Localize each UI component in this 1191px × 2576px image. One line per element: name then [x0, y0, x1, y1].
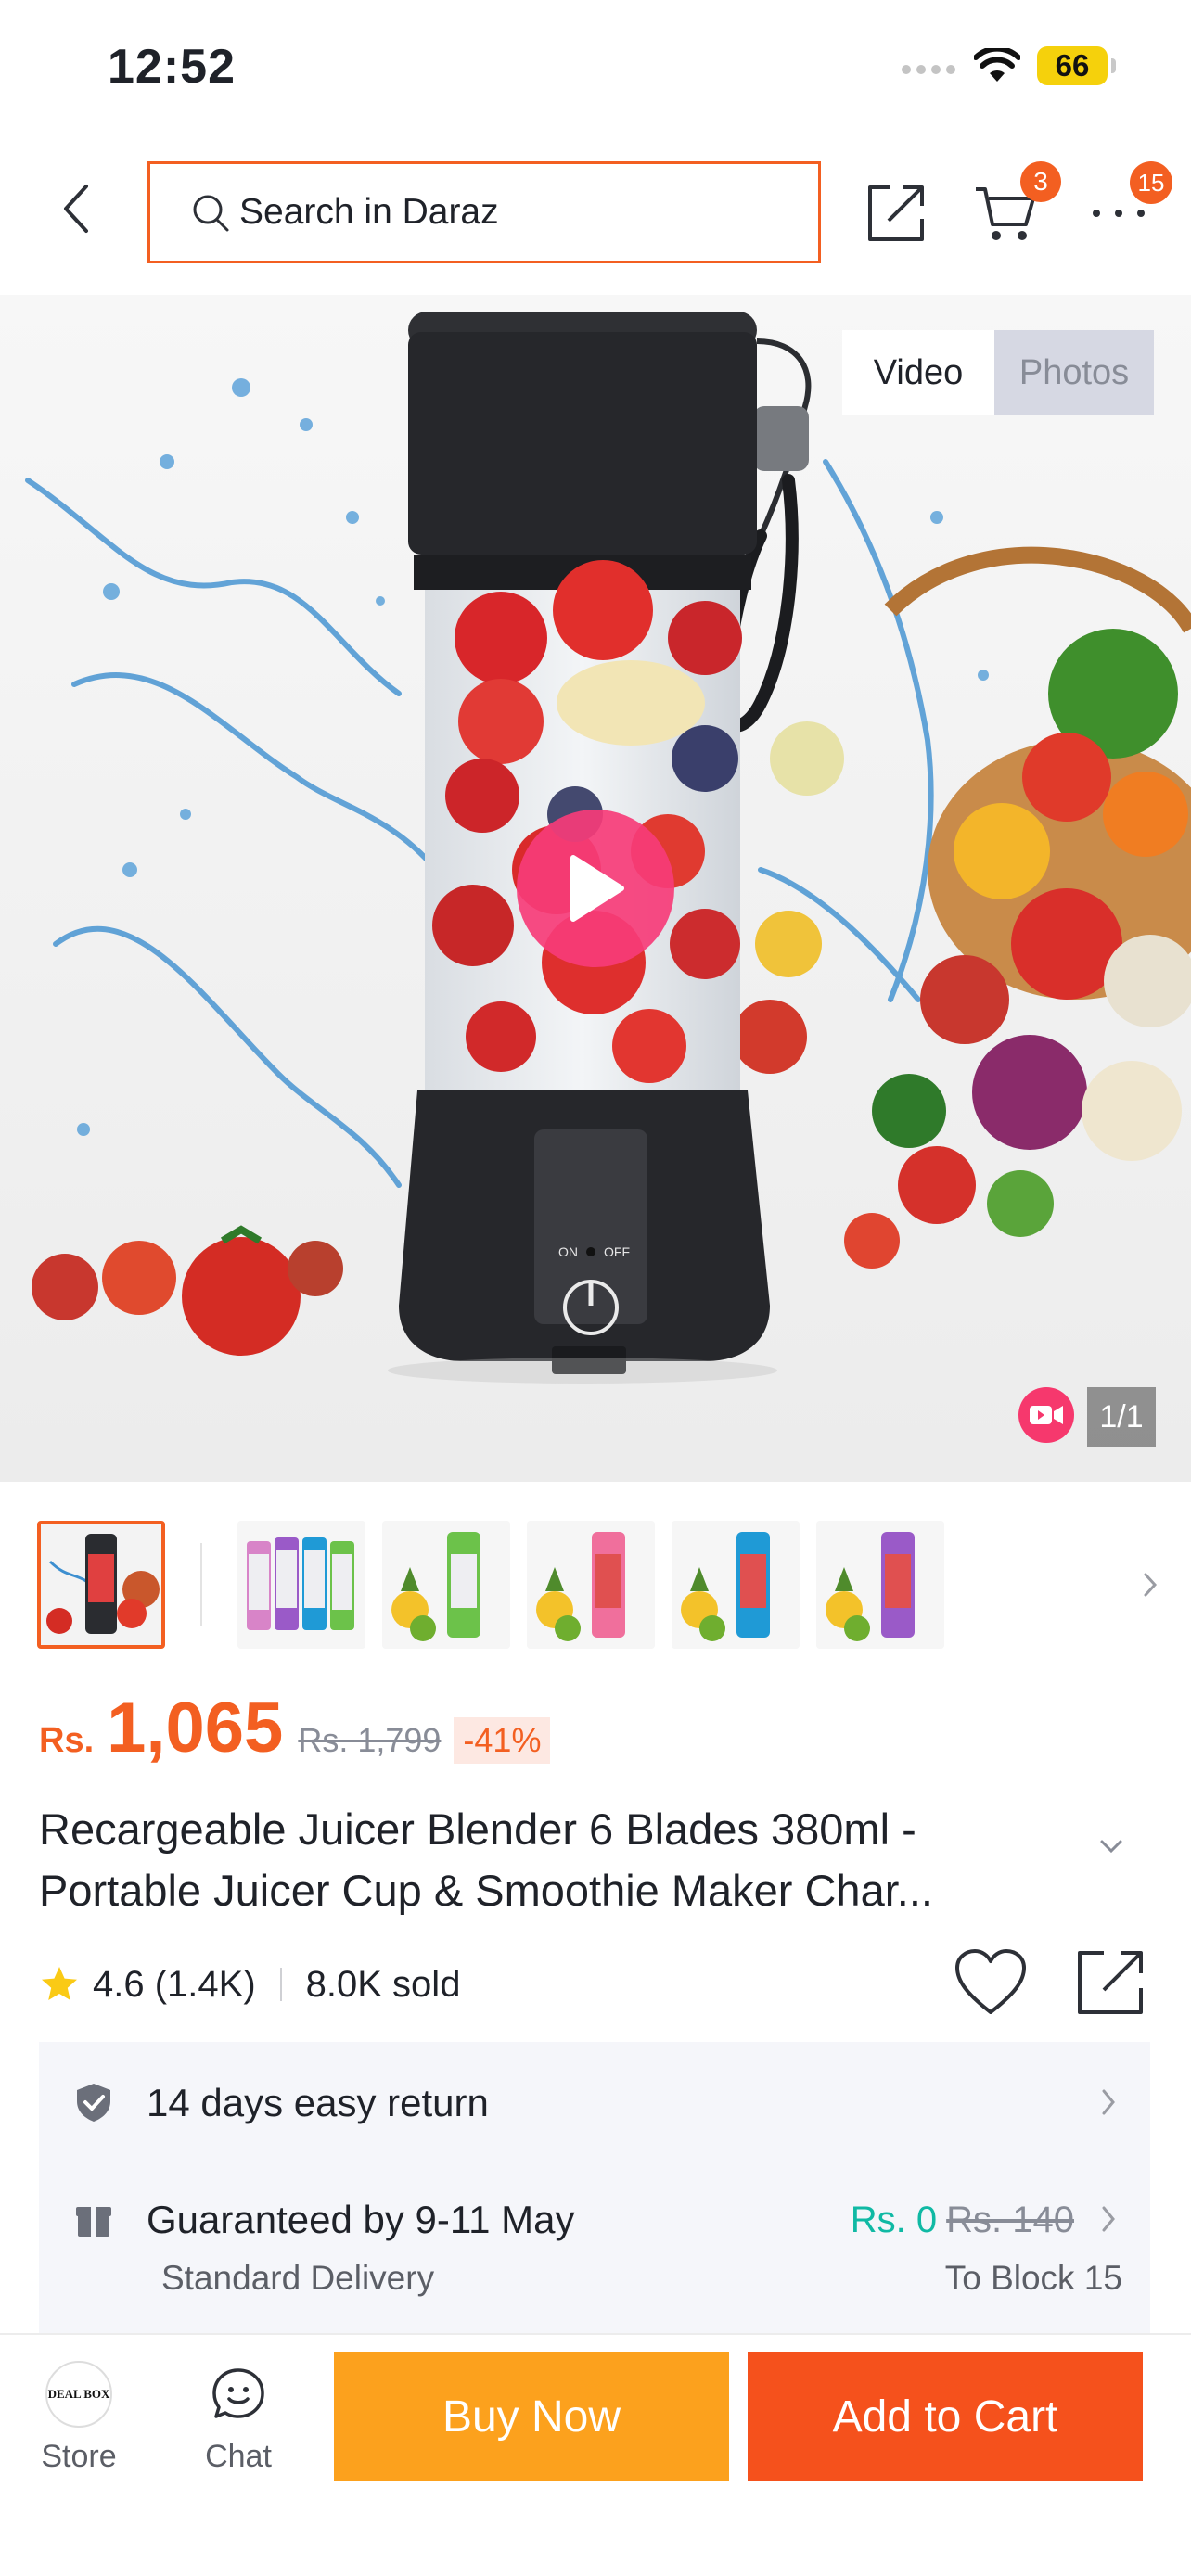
- chat-icon: [203, 2359, 274, 2429]
- buy-now-button[interactable]: Buy Now: [334, 2352, 729, 2481]
- share-icon: [1078, 1951, 1143, 2014]
- wishlist-button[interactable]: [954, 1947, 1028, 2018]
- thumbnail-divider: [200, 1543, 202, 1626]
- heart-icon: [955, 1949, 1026, 2014]
- chat-button[interactable]: Chat: [178, 2359, 299, 2475]
- video-camera-icon: [1018, 1387, 1074, 1443]
- thumbnail-1[interactable]: [37, 1521, 165, 1649]
- chevron-down-icon: [1100, 1840, 1122, 1854]
- on-label: ON: [558, 1244, 578, 1259]
- thumbnail-3[interactable]: [382, 1521, 510, 1649]
- rating-row[interactable]: 4.6 (1.4K) 8.0K sold: [39, 1957, 460, 2012]
- star-icon: [42, 1967, 77, 2000]
- share-icon: [868, 185, 924, 241]
- sold-count: 8.0K sold: [305, 1963, 461, 2005]
- product-title-line-1: Recargeable Juicer Blender 6 Blades 380m…: [39, 1804, 916, 1854]
- thumbnail-next-button[interactable]: [1132, 1562, 1169, 1608]
- thumbnail-4[interactable]: [527, 1521, 655, 1649]
- ship-to-location: To Block 15: [944, 2259, 1122, 2297]
- gift-box-icon: [76, 2207, 111, 2237]
- thumbnail-6[interactable]: [816, 1521, 944, 1649]
- status-time: 12:52: [108, 40, 236, 94]
- price-row: Rs. 1,065 Rs. 1,799 -41%: [39, 1688, 551, 1780]
- thumbnail-5[interactable]: [672, 1521, 800, 1649]
- top-nav: Search in Daraz 3 15: [0, 148, 1191, 278]
- status-bar: 12:52 66: [0, 0, 1191, 139]
- discount-badge: -41%: [454, 1717, 551, 1764]
- currency-label: Rs.: [39, 1721, 95, 1760]
- return-policy-row[interactable]: 14 days easy return: [39, 2042, 1150, 2162]
- store-label: Store: [41, 2439, 117, 2474]
- search-icon: [189, 192, 230, 233]
- bottom-action-bar: DEAL BOX Store Chat Buy Now Add to Cart: [0, 2333, 1191, 2576]
- wifi-icon: [974, 48, 1020, 82]
- rating-value: 4.6 (1.4K): [93, 1963, 256, 2005]
- thumbnail-image: [237, 1521, 365, 1649]
- shield-check-icon: [77, 2084, 110, 2122]
- thumbnail-image: [672, 1521, 800, 1649]
- chat-label: Chat: [205, 2439, 272, 2474]
- share-product-button[interactable]: [1074, 1947, 1148, 2018]
- delivery-type-text: Standard Delivery: [161, 2259, 435, 2297]
- add-to-cart-button[interactable]: Add to Cart: [748, 2352, 1143, 2481]
- thumbnail-image: [816, 1521, 944, 1649]
- expand-title-button[interactable]: [1093, 1827, 1130, 1864]
- share-button[interactable]: [863, 180, 929, 247]
- cart-count-badge: 3: [1020, 161, 1061, 202]
- more-count-badge: 15: [1130, 161, 1172, 204]
- thumbnail-image: [41, 1524, 161, 1645]
- media-toggle: Video Photos: [842, 330, 1154, 415]
- chevron-left-icon: [64, 185, 88, 233]
- original-price: Rs. 1,799: [298, 1721, 442, 1759]
- play-button[interactable]: [517, 810, 674, 967]
- search-placeholder: Search in Daraz: [239, 192, 499, 232]
- signal-icon: [902, 65, 955, 74]
- product-gallery[interactable]: ON OFF Video Photos 1/1: [0, 295, 1191, 1482]
- delivery-date-text: Guaranteed by 9-11 May: [147, 2198, 575, 2241]
- tab-photos[interactable]: Photos: [994, 330, 1154, 415]
- back-button[interactable]: [48, 176, 104, 241]
- store-logo-icon: DEAL BOX: [44, 2359, 114, 2429]
- play-icon: [570, 855, 624, 922]
- product-title: Recargeable Juicer Blender 6 Blades 380m…: [39, 1799, 1078, 1921]
- thumbnail-strip: [0, 1521, 1191, 1651]
- chevron-right-icon: [1144, 1573, 1158, 1597]
- page-counter: 1/1: [1087, 1387, 1156, 1447]
- delivery-row[interactable]: Guaranteed by 9-11 May Standard Delivery…: [39, 2162, 1150, 2335]
- thumbnail-image: [382, 1521, 510, 1649]
- return-policy-text: 14 days easy return: [147, 2081, 489, 2124]
- current-price: 1,065: [107, 1689, 284, 1767]
- shipping-fee-original: Rs. 140: [946, 2200, 1074, 2240]
- thumbnail-image: [527, 1521, 655, 1649]
- service-box: 14 days easy return Guaranteed by 9-11 M…: [39, 2042, 1150, 2335]
- battery-icon: 66: [1037, 46, 1108, 85]
- chevron-right-icon: [1102, 2206, 1115, 2232]
- battery-tip: [1111, 58, 1116, 73]
- rating-divider: [279, 1968, 282, 2001]
- store-button[interactable]: DEAL BOX Store: [19, 2359, 139, 2475]
- chevron-right-icon: [1102, 2089, 1115, 2115]
- more-button[interactable]: [1093, 195, 1145, 232]
- off-label: OFF: [604, 1244, 630, 1259]
- shipping-fee: Rs. 0 Rs. 140: [851, 2200, 1074, 2241]
- store-logo: DEAL BOX: [45, 2361, 112, 2428]
- shipping-fee-free: Rs. 0: [850, 2200, 938, 2240]
- search-input[interactable]: Search in Daraz: [147, 161, 821, 263]
- product-title-line-2: Portable Juicer Cup & Smoothie Maker Cha…: [39, 1866, 933, 1915]
- thumbnail-2[interactable]: [237, 1521, 365, 1649]
- tab-video[interactable]: Video: [842, 330, 994, 415]
